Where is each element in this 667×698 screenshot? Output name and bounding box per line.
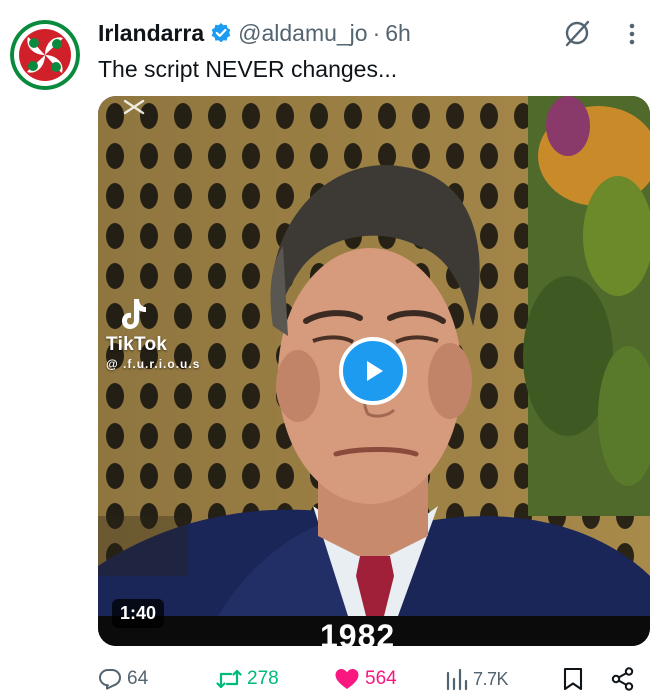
separator-dot: · xyxy=(372,19,381,46)
timestamp[interactable]: 6h xyxy=(385,20,411,47)
reply-button[interactable]: 64 xyxy=(98,662,148,696)
views-count: 7.7K xyxy=(473,668,509,689)
grok-icon[interactable] xyxy=(562,18,592,48)
tweet-header: Irlandarra @aldamu_jo · 6h xyxy=(98,16,411,50)
year-caption: 1982 xyxy=(320,618,396,646)
handle[interactable]: @aldamu_jo xyxy=(238,20,367,47)
more-icon[interactable] xyxy=(622,20,642,48)
like-count: 564 xyxy=(365,668,397,689)
tiktok-watermark: TikTok @ .f.u.r.i.o.u.s xyxy=(106,296,200,371)
play-icon xyxy=(367,361,383,381)
display-name[interactable]: Irlandarra xyxy=(98,20,204,47)
video-player[interactable]: TikTok @ .f.u.r.i.o.u.s 1982 1:40 xyxy=(98,96,650,646)
tiktok-name: TikTok xyxy=(106,334,168,355)
views-icon xyxy=(446,668,468,691)
repost-button[interactable]: 278 xyxy=(216,662,279,696)
tiktok-username: @ .f.u.r.i.o.u.s xyxy=(106,357,201,371)
tweet-text: The script NEVER changes... xyxy=(98,56,398,82)
tweet-actions: 64 278 564 7.7K xyxy=(98,662,658,696)
repost-icon xyxy=(216,669,242,689)
play-button[interactable] xyxy=(339,337,407,405)
tweet[interactable]: Irlandarra @aldamu_jo · 6h The script NE… xyxy=(0,0,667,698)
video-capcut-icon xyxy=(122,99,146,115)
lauburu-avatar-icon xyxy=(10,20,80,90)
bookmark-button[interactable] xyxy=(562,662,584,696)
repost-count: 278 xyxy=(247,668,279,689)
reply-icon xyxy=(99,669,121,690)
tiktok-logo-icon xyxy=(120,296,148,332)
reply-count: 64 xyxy=(127,668,149,689)
video-duration: 1:40 xyxy=(112,599,165,628)
avatar[interactable] xyxy=(10,20,80,90)
like-button[interactable]: 564 xyxy=(334,662,397,696)
share-button[interactable] xyxy=(610,662,636,696)
views-button[interactable]: 7.7K xyxy=(446,662,509,696)
verified-icon xyxy=(210,22,232,44)
share-icon xyxy=(611,667,634,691)
bookmark-icon xyxy=(563,667,583,691)
like-icon xyxy=(335,669,359,689)
